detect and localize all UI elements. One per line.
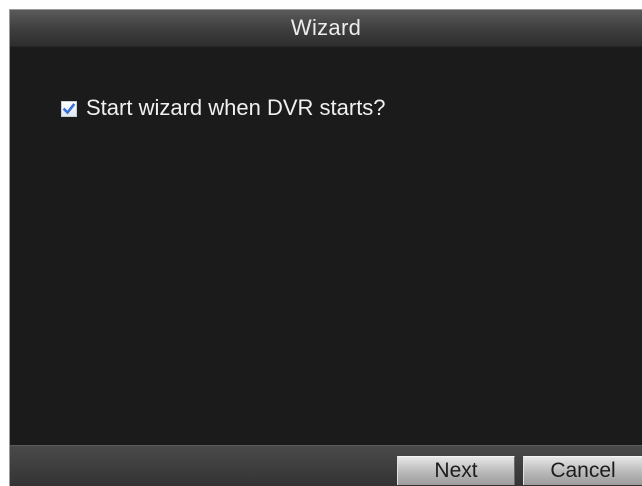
start-wizard-checkbox[interactable]	[61, 101, 77, 117]
dialog-content: Start wizard when DVR starts?	[10, 47, 642, 446]
start-wizard-option[interactable]: Start wizard when DVR starts?	[61, 95, 386, 121]
start-wizard-label: Start wizard when DVR starts?	[86, 95, 386, 120]
dialog-title: Wizard	[290, 15, 362, 40]
checkmark-icon	[62, 103, 76, 115]
title-bar: Wizard	[10, 10, 642, 47]
cancel-button[interactable]: Cancel	[523, 456, 642, 485]
next-button[interactable]: Next	[397, 456, 515, 485]
wizard-dialog: Wizard Start wizard when DVR starts? Nex…	[9, 9, 642, 486]
footer-bar: Next Cancel	[10, 445, 642, 486]
